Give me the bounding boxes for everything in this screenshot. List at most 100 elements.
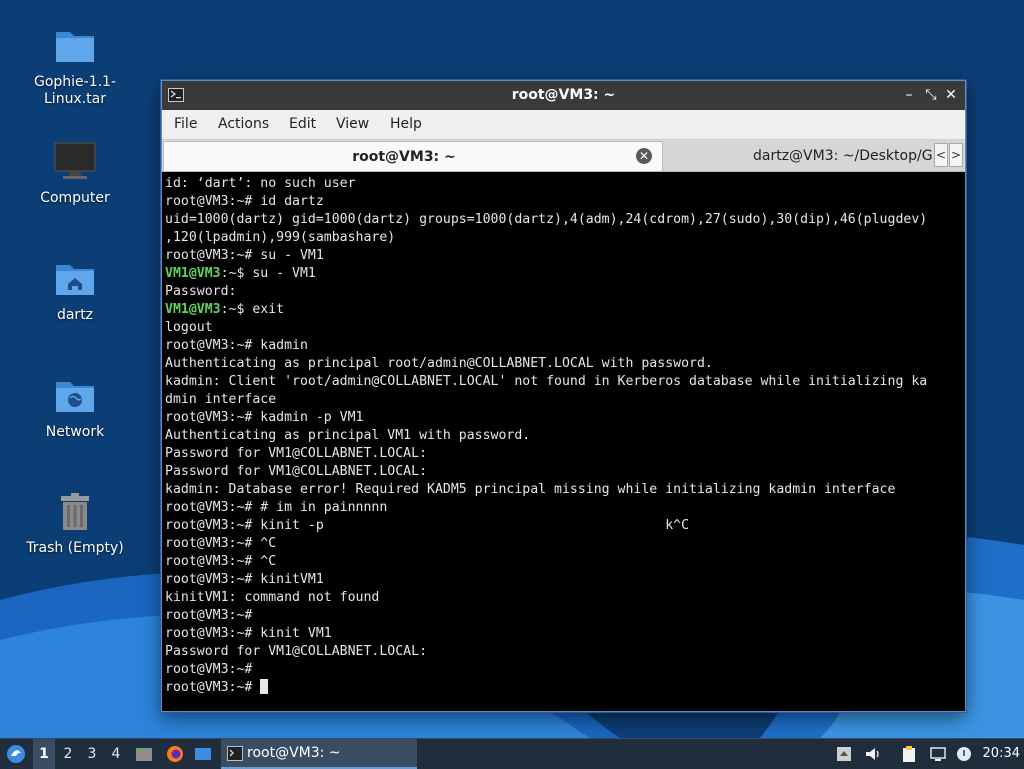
volume-icon[interactable] bbox=[864, 745, 882, 763]
tab-label: root@VM3: ~ bbox=[352, 149, 456, 165]
terminal-line: ,120(lpadmin),999(sambashare) bbox=[165, 229, 960, 247]
prompt-text: root@VM3:~# bbox=[165, 662, 253, 677]
computer-icon bbox=[54, 142, 96, 179]
file-manager-icon[interactable] bbox=[135, 745, 153, 763]
terminal-window[interactable]: root@VM3: ~ – ⤡ ✕ File Actions Edit View… bbox=[161, 80, 966, 712]
tab-scroll-right-button[interactable]: > bbox=[949, 143, 963, 167]
desktop-icon-label: dartz bbox=[56, 307, 94, 323]
line-text: id: ‘dart’: no such user bbox=[165, 176, 356, 191]
line-text: exit bbox=[244, 302, 285, 317]
terminal-line: root@VM3:~# bbox=[165, 607, 960, 625]
line-text: Password for VM1@COLLABNET.LOCAL: bbox=[165, 644, 428, 659]
prompt-text: root@VM3:~# bbox=[165, 572, 253, 587]
network-folder-icon bbox=[56, 382, 94, 412]
removable-media-icon[interactable] bbox=[835, 745, 853, 763]
minimize-button[interactable]: – bbox=[900, 86, 918, 104]
prompt-text: root@VM3:~# bbox=[165, 248, 253, 263]
folder-icon bbox=[56, 32, 94, 62]
prompt-text: root@VM3:~# bbox=[165, 518, 253, 533]
tab-label: dartz@VM3: ~/Desktop/Go bbox=[753, 148, 932, 164]
line-text: kadmin -p VM1 bbox=[252, 410, 364, 425]
line-text: kadmin: Database error! Required KADM5 p… bbox=[165, 482, 896, 497]
window-title: root@VM3: ~ bbox=[511, 87, 616, 103]
terminal-line: kinitVM1: command not found bbox=[165, 589, 960, 607]
terminal-cursor bbox=[260, 679, 269, 694]
desktop-icon-network[interactable]: Network bbox=[20, 374, 130, 441]
menu-actions[interactable]: Actions bbox=[218, 116, 269, 132]
prompt-text: root@VM3:~# bbox=[165, 536, 253, 551]
prompt-text: root@VM3:~# bbox=[165, 338, 253, 353]
show-desktop-icon[interactable] bbox=[194, 745, 212, 763]
prompt-text: root@VM3:~# bbox=[165, 410, 253, 425]
menu-help[interactable]: Help bbox=[390, 116, 422, 132]
terminal-line: kadmin: Client 'root/admin@COLLABNET.LOC… bbox=[165, 373, 960, 391]
line-text: ^C bbox=[252, 536, 277, 551]
desktop-icon-trash[interactable]: Trash (Empty) bbox=[20, 490, 130, 557]
terminal-line: Authenticating as principal root/admin@C… bbox=[165, 355, 960, 373]
update-notifier-icon[interactable] bbox=[955, 745, 973, 763]
firefox-icon[interactable] bbox=[166, 745, 184, 763]
terminal-line: root@VM3:~# su - VM1 bbox=[165, 247, 960, 265]
terminal-lines: id: ‘dart’: no such user root@VM3:~# id d… bbox=[164, 175, 960, 697]
terminal-line: Authenticating as principal VM1 with pas… bbox=[165, 427, 960, 445]
tab-root-vm3[interactable]: root@VM3: ~ ✕ bbox=[163, 141, 663, 171]
terminal-line: root@VM3:~# ^C bbox=[165, 553, 960, 571]
workspace-2[interactable]: 2 bbox=[57, 739, 79, 769]
menu-file[interactable]: File bbox=[174, 116, 197, 132]
menu-view[interactable]: View bbox=[336, 116, 369, 132]
terminal-line: root@VM3:~# kadmin -p VM1 bbox=[165, 409, 960, 427]
taskbar-task-terminal[interactable]: root@VM3: ~ bbox=[221, 739, 417, 769]
terminal-icon bbox=[227, 746, 243, 761]
terminal-line: root@VM3:~# kinit VM1 bbox=[165, 625, 960, 643]
terminal-line: root@VM3:~# # im in painnnnn bbox=[165, 499, 960, 517]
menu-edit[interactable]: Edit bbox=[289, 116, 316, 132]
terminal-line: Password for VM1@COLLABNET.LOCAL: bbox=[165, 445, 960, 463]
close-button[interactable]: ✕ bbox=[942, 86, 960, 104]
desktop-icon-label: Gophie-1.1- Linux.tar bbox=[33, 74, 117, 107]
network-icon[interactable] bbox=[929, 745, 947, 763]
desktop-icon-home-dartz[interactable]: dartz bbox=[20, 257, 130, 324]
tab-dartz-desktop[interactable]: dartz@VM3: ~/Desktop/Go bbox=[665, 141, 932, 171]
line-text: kadmin: Client 'root/admin@COLLABNET.LOC… bbox=[165, 374, 928, 389]
desktop-icon-label: Computer bbox=[40, 190, 110, 206]
prompt-text: :~$ bbox=[220, 302, 245, 317]
terminal-line: root@VM3:~# kinit -p k^C bbox=[165, 517, 960, 535]
workspace-4[interactable]: 4 bbox=[105, 739, 127, 769]
line-text: ,120(lpadmin),999(sambashare) bbox=[165, 230, 396, 245]
terminal-line: root@VM3:~# bbox=[165, 679, 960, 697]
desktop-icon-label: Network bbox=[45, 424, 105, 440]
line-text: id dartz bbox=[252, 194, 324, 209]
line-text: dmin interface bbox=[165, 392, 277, 407]
line-text: logout bbox=[165, 320, 213, 335]
line-text: su - VM1 bbox=[252, 248, 324, 263]
workspace-1[interactable]: 1 bbox=[33, 739, 55, 769]
terminal-output[interactable]: id: ‘dart’: no such user root@VM3:~# id d… bbox=[164, 175, 960, 705]
trash-icon bbox=[61, 493, 89, 530]
taskbar-clock[interactable]: 20:34 bbox=[983, 746, 1020, 761]
start-menu-icon[interactable] bbox=[6, 744, 26, 764]
prompt-text: root@VM3:~# bbox=[165, 680, 253, 695]
tab-close-icon[interactable]: ✕ bbox=[636, 148, 652, 164]
terminal-line: root@VM3:~# kadmin bbox=[165, 337, 960, 355]
prompt-user: VM1@VM3 bbox=[165, 266, 221, 281]
terminal-line: root@VM3:~# id dartz bbox=[165, 193, 960, 211]
desktop-icon-label: Trash (Empty) bbox=[26, 540, 124, 556]
line-text bbox=[252, 680, 260, 695]
terminal-line: root@VM3:~# kinitVM1 bbox=[165, 571, 960, 589]
line-text: kinit VM1 bbox=[252, 626, 332, 641]
tab-bar: root@VM3: ~ ✕ dartz@VM3: ~/Desktop/Go < … bbox=[162, 140, 965, 172]
terminal-line: root@VM3:~# ^C bbox=[165, 535, 960, 553]
line-text: Authenticating as principal VM1 with pas… bbox=[165, 428, 531, 443]
window-titlebar[interactable]: root@VM3: ~ – ⤡ ✕ bbox=[162, 81, 965, 110]
maximize-button[interactable]: ⤡ bbox=[922, 86, 940, 104]
workspace-3[interactable]: 3 bbox=[81, 739, 103, 769]
desktop-icon-gophie-archive[interactable]: Gophie-1.1- Linux.tar bbox=[20, 24, 130, 108]
prompt-text: :~$ bbox=[220, 266, 245, 281]
line-text: uid=1000(dartz) gid=1000(dartz) groups=1… bbox=[165, 212, 928, 227]
menu-bar: File Actions Edit View Help bbox=[162, 110, 965, 140]
tab-scroll-left-button[interactable]: < bbox=[934, 143, 948, 167]
prompt-text: root@VM3:~# bbox=[165, 554, 253, 569]
clipboard-icon[interactable] bbox=[900, 745, 918, 763]
terminal-line: Password: bbox=[165, 283, 960, 301]
desktop-icon-computer[interactable]: Computer bbox=[20, 140, 130, 207]
